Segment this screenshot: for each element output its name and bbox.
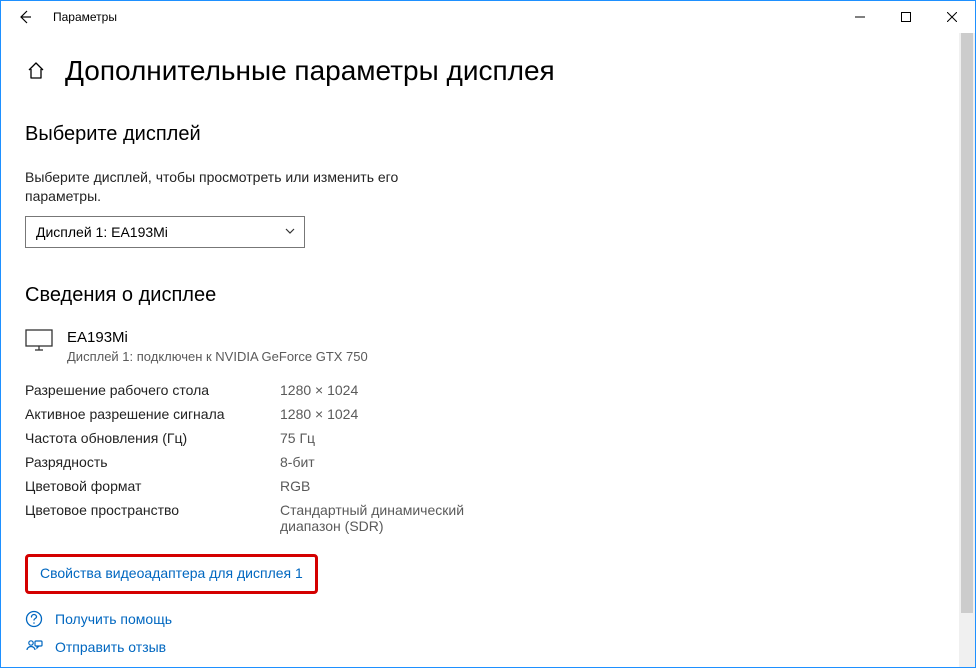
table-row: Частота обновления (Гц)75 Гц (25, 426, 935, 450)
feedback-row: Отправить отзыв (25, 638, 935, 656)
table-row: Разрешение рабочего стола1280 × 1024 (25, 378, 935, 402)
scrollbar[interactable] (959, 33, 975, 667)
display-select-dropdown[interactable]: Дисплей 1: EA193Mi (25, 216, 305, 248)
window-title: Параметры (53, 10, 117, 24)
maximize-button[interactable] (883, 1, 929, 33)
minimize-button[interactable] (837, 1, 883, 33)
scrollbar-thumb[interactable] (961, 33, 973, 613)
display-info-table: Разрешение рабочего стола1280 × 1024 Акт… (25, 378, 935, 538)
dropdown-value: Дисплей 1: EA193Mi (36, 224, 168, 240)
feedback-link[interactable]: Отправить отзыв (55, 639, 166, 655)
monitor-icon (25, 329, 53, 351)
help-icon (25, 610, 43, 628)
get-help-link[interactable]: Получить помощь (55, 611, 172, 627)
back-button[interactable] (9, 1, 41, 33)
monitor-connection: Дисплей 1: подключен к NVIDIA GeForce GT… (67, 349, 368, 364)
table-row: Разрядность8-бит (25, 450, 935, 474)
select-display-description: Выберите дисплей, чтобы просмотреть или … (25, 168, 445, 206)
adapter-properties-link[interactable]: Свойства видеоадаптера для дисплея 1 (40, 565, 303, 581)
chevron-down-icon (284, 224, 296, 240)
feedback-icon (25, 638, 43, 656)
section-select-display: Выберите дисплей (25, 123, 935, 146)
close-button[interactable] (929, 1, 975, 33)
section-display-info: Сведения о дисплее (25, 284, 935, 307)
content-area: Дополнительные параметры дисплея Выберит… (1, 33, 959, 667)
monitor-name: EA193Mi (67, 329, 368, 346)
get-help-row: Получить помощь (25, 610, 935, 628)
monitor-summary: EA193Mi Дисплей 1: подключен к NVIDIA Ge… (25, 329, 935, 364)
adapter-properties-highlight: Свойства видеоадаптера для дисплея 1 (25, 554, 318, 594)
table-row: Цветовое пространствоСтандартный динамич… (25, 498, 935, 538)
table-row: Цветовой форматRGB (25, 474, 935, 498)
table-row: Активное разрешение сигнала1280 × 1024 (25, 402, 935, 426)
titlebar: Параметры (1, 1, 975, 33)
home-button[interactable] (25, 60, 47, 82)
page-title: Дополнительные параметры дисплея (65, 55, 555, 87)
